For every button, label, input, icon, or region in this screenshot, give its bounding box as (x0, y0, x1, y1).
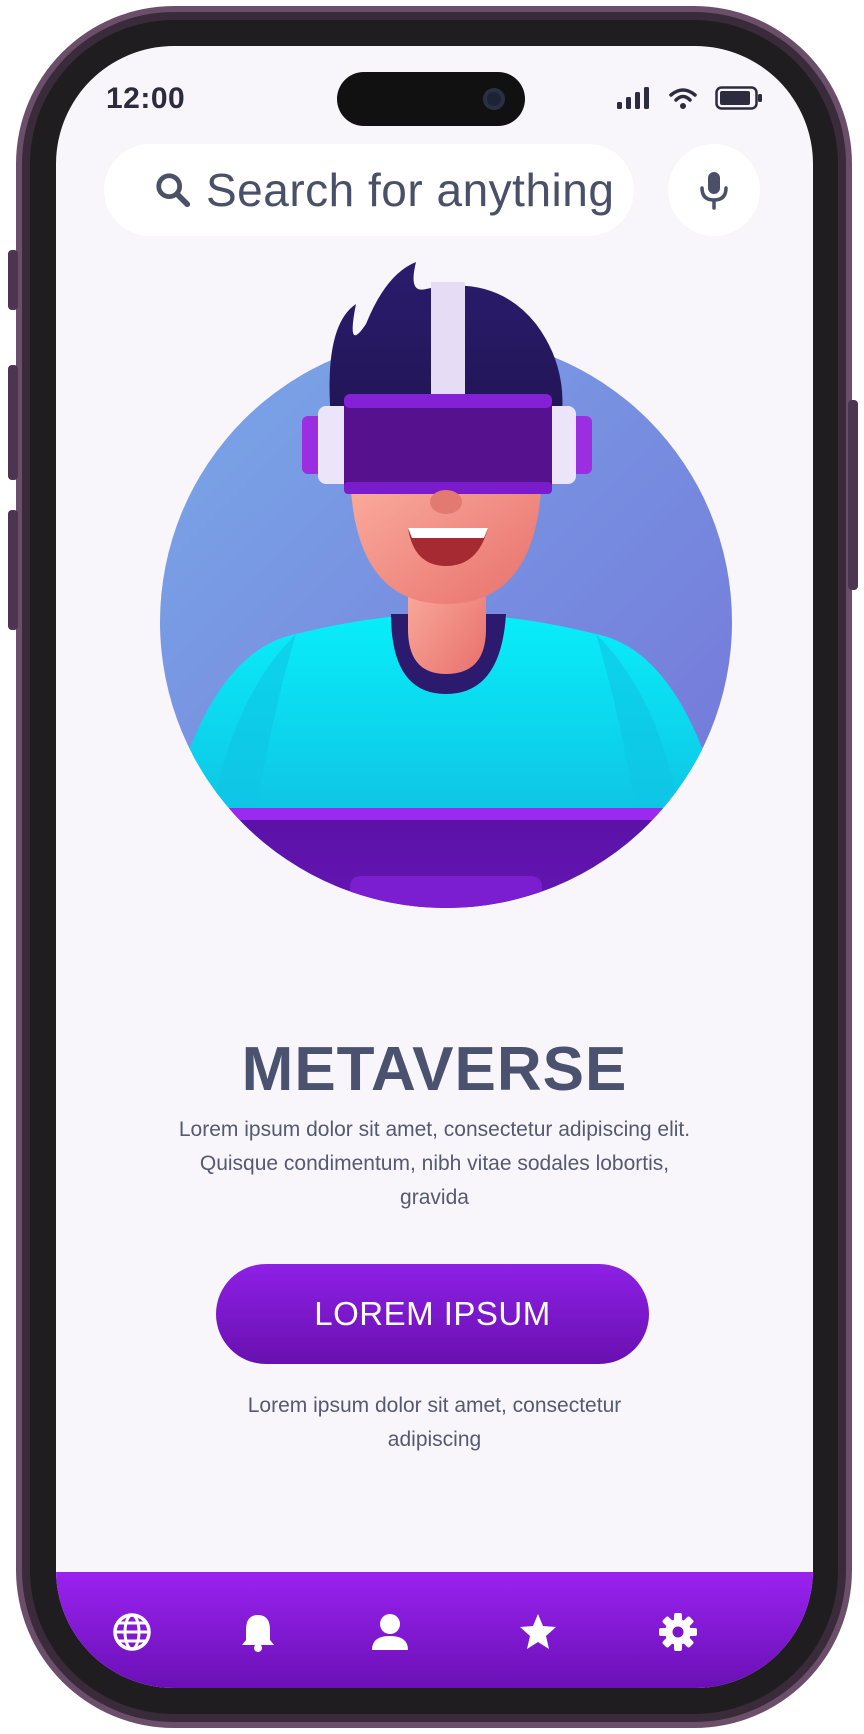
dynamic-island (337, 72, 525, 126)
nav-notifications[interactable] (236, 1610, 280, 1654)
microphone-icon (700, 172, 728, 210)
search-input[interactable]: Search for anything (206, 163, 614, 217)
gear-icon (659, 1613, 697, 1651)
screen: 12:00 Search for anything METAVERSE Lore… (56, 46, 813, 1688)
nav-profile[interactable] (368, 1610, 412, 1654)
battery-icon (715, 86, 762, 110)
signal-icon (617, 87, 649, 109)
wifi-icon (669, 88, 697, 109)
primary-cta-button[interactable]: LOREM IPSUM (216, 1264, 649, 1364)
bell-icon (242, 1615, 274, 1652)
user-icon (372, 1614, 408, 1650)
vr-user-illustration (160, 262, 732, 908)
star-icon (520, 1614, 556, 1649)
volume-up-button (8, 365, 18, 480)
hero-title: METAVERSE (241, 1035, 628, 1104)
hero-footnote: Lorem ipsum dolor sit amet, consectetur … (247, 1394, 622, 1451)
power-button (848, 400, 858, 590)
hero-description: Lorem ipsum dolor sit amet, consectetur … (178, 1118, 691, 1209)
status-icons (617, 86, 763, 110)
globe-icon (113, 1613, 151, 1651)
camera-icon (483, 88, 505, 110)
bottom-nav (56, 1572, 813, 1688)
nav-settings[interactable] (656, 1610, 700, 1654)
status-time: 12:00 (106, 82, 186, 115)
nav-globe[interactable] (110, 1610, 154, 1654)
microphone-button[interactable] (668, 144, 760, 236)
mute-switch (8, 250, 18, 310)
volume-down-button (8, 510, 18, 630)
search-icon (156, 173, 191, 208)
search-bar[interactable]: Search for anything (104, 144, 634, 236)
nav-favorites[interactable] (516, 1610, 560, 1654)
